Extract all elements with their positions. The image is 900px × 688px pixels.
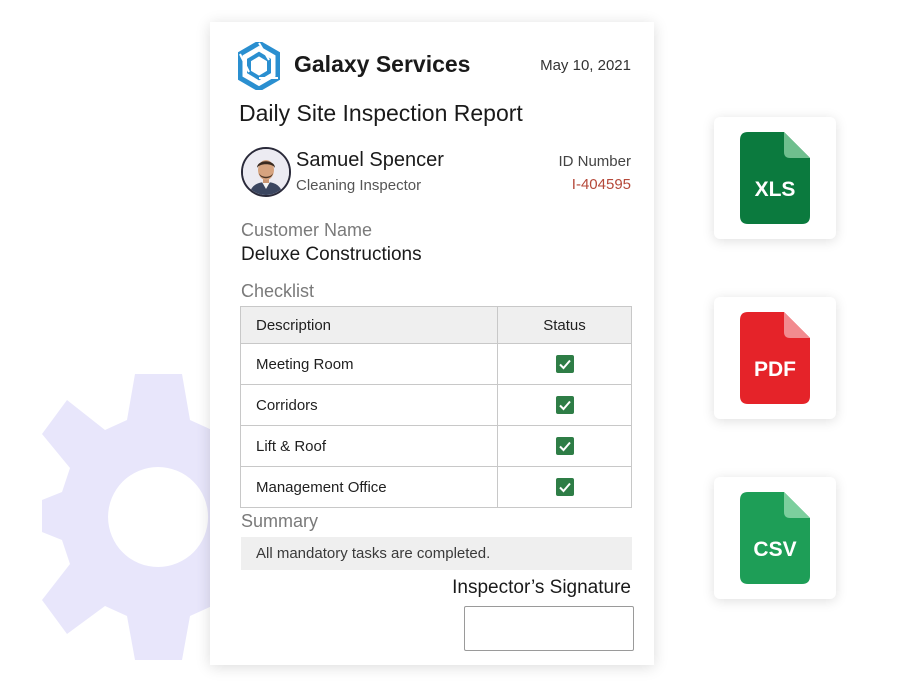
company-name: Galaxy Services [294, 51, 471, 77]
row-description: Meeting Room [240, 343, 498, 385]
csv-file-icon: CSV [740, 492, 810, 584]
id-number-value: I-404595 [571, 176, 631, 193]
checkbox-checked-icon[interactable] [555, 396, 574, 415]
column-header-description: Description [240, 306, 498, 344]
table-row: Lift & Roof [240, 425, 632, 467]
summary-label: Summary [241, 511, 319, 531]
xls-file-icon: XLS [740, 132, 810, 224]
avatar [241, 147, 291, 197]
row-description: Corridors [240, 384, 498, 426]
summary-text: All mandatory tasks are completed. [241, 537, 632, 570]
csv-label: CSV [753, 538, 796, 561]
export-csv-button[interactable]: CSV [714, 477, 836, 599]
user-avatar-icon [243, 149, 289, 195]
customer-name-label: Customer Name [241, 220, 373, 240]
export-pdf-button[interactable]: PDF [714, 297, 836, 419]
table-row: Meeting Room [240, 343, 632, 385]
signature-label: Inspector’s Signature [452, 577, 631, 598]
checkbox-checked-icon[interactable] [555, 355, 574, 374]
company-logo-icon [238, 42, 280, 90]
pdf-label: PDF [754, 358, 796, 381]
inspector-role: Cleaning Inspector [296, 177, 422, 194]
table-header-row: Description Status [240, 306, 632, 344]
pdf-file-icon: PDF [740, 312, 810, 404]
column-header-status: Status [497, 306, 632, 344]
checklist-table: Description Status Meeting Room Corridor… [240, 306, 632, 508]
signature-field[interactable] [464, 606, 634, 651]
row-description: Lift & Roof [240, 425, 498, 467]
checklist-label: Checklist [241, 281, 315, 301]
xls-label: XLS [755, 178, 796, 201]
report-date: May 10, 2021 [540, 57, 631, 74]
id-number-label: ID Number [558, 153, 631, 170]
export-xls-button[interactable]: XLS [714, 117, 836, 239]
inspection-report-card: Galaxy Services May 10, 2021 Daily Site … [210, 22, 654, 665]
customer-name-value: Deluxe Constructions [241, 244, 422, 265]
table-row: Corridors [240, 384, 632, 426]
inspector-name: Samuel Spencer [296, 149, 444, 171]
table-row: Management Office [240, 466, 632, 508]
checkbox-checked-icon[interactable] [555, 478, 574, 497]
row-description: Management Office [240, 466, 498, 508]
page-title: Daily Site Inspection Report [239, 100, 523, 126]
checkbox-checked-icon[interactable] [555, 437, 574, 456]
